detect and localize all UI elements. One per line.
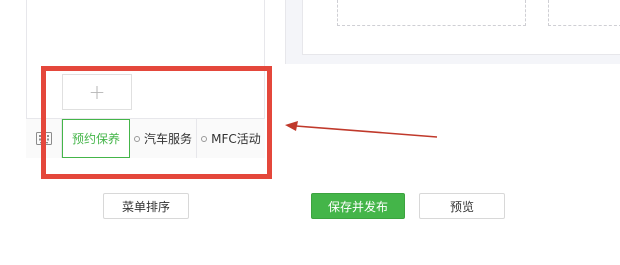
editor-field-placeholder xyxy=(548,0,620,26)
save-and-publish-button[interactable]: 保存并发布 xyxy=(311,193,405,219)
menu-item-appointment[interactable]: 预约保养 xyxy=(62,119,130,158)
menu-item-mfc-activity[interactable]: MFC活动 xyxy=(197,119,265,158)
menu-item-label: 预约保养 xyxy=(71,132,120,146)
menu-item-label: MFC活动 xyxy=(211,132,261,146)
plus-icon: + xyxy=(88,80,106,104)
menu-item-label: 汽车服务 xyxy=(143,132,192,146)
add-submenu-button[interactable]: + xyxy=(62,74,132,110)
submenu-dot-icon xyxy=(201,135,208,142)
menu-editor-panel xyxy=(285,0,620,64)
menu-sort-button[interactable]: 菜单排序 xyxy=(103,193,189,219)
editor-content xyxy=(302,0,620,55)
preview-button[interactable]: 预览 xyxy=(419,193,505,219)
menu-sort-label: 菜单排序 xyxy=(121,199,170,214)
editor-field-placeholder xyxy=(337,0,526,26)
save-and-publish-label: 保存并发布 xyxy=(327,199,388,214)
keyboard-icon[interactable] xyxy=(26,119,62,158)
custom-menu-bar: 预约保养 汽车服务 MFC活动 xyxy=(26,118,265,158)
submenu-dot-icon xyxy=(133,135,140,142)
preview-label: 预览 xyxy=(449,199,474,214)
menu-item-car-service[interactable]: 汽车服务 xyxy=(130,119,197,158)
